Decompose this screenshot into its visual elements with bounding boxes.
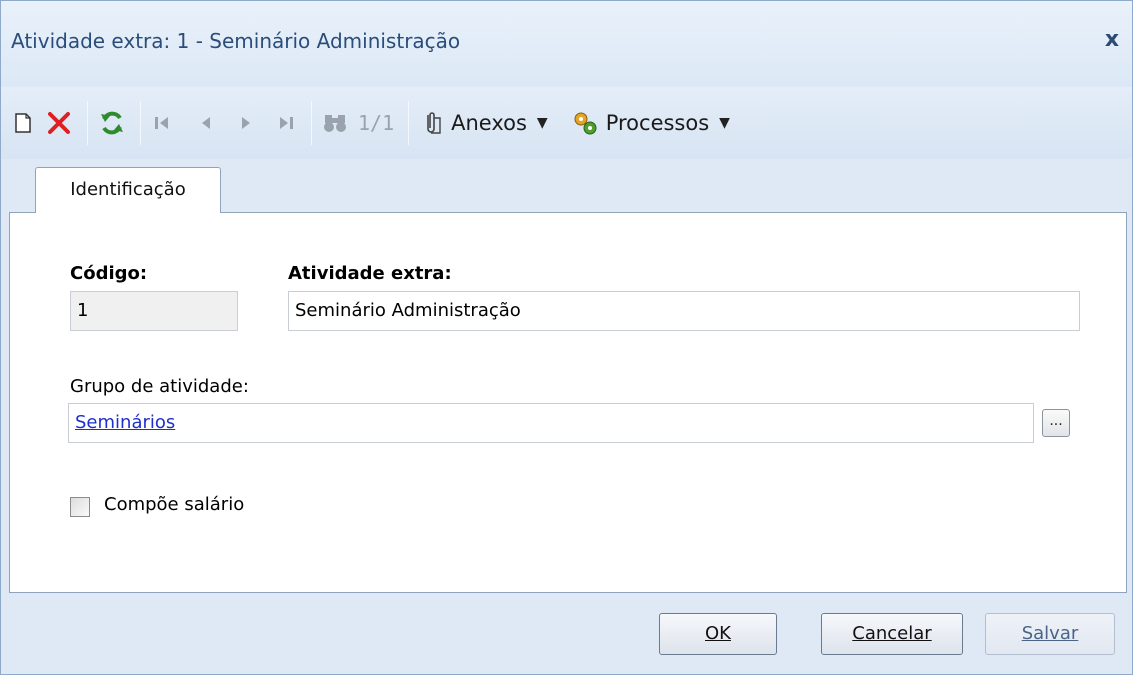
delete-record-button[interactable]: [41, 103, 77, 143]
code-label: Código:: [70, 263, 148, 284]
cancel-label: Cancelar: [852, 623, 932, 644]
tab-identificacao[interactable]: Identificação: [35, 167, 221, 213]
next-record-button[interactable]: [231, 103, 261, 143]
binoculars-icon: [324, 115, 346, 132]
new-record-button[interactable]: [9, 103, 37, 143]
group-link[interactable]: Seminários: [75, 412, 175, 433]
ok-label: OK: [705, 623, 731, 644]
processes-label: Processos: [605, 111, 710, 135]
window-title: Atividade extra: 1 - Seminário Administr…: [11, 29, 461, 53]
previous-record-icon: [202, 117, 210, 129]
gears-icon: [574, 112, 597, 135]
chevron-down-icon: ▼: [719, 115, 730, 131]
close-button[interactable]: x: [1100, 27, 1124, 53]
salary-checkbox-label: Compõe salário: [104, 494, 245, 515]
first-record-icon: [155, 117, 168, 129]
code-field: 1: [70, 291, 238, 331]
tab-container: Identificação Código: 1 Atividade extra:…: [9, 167, 1127, 593]
refresh-icon: [101, 111, 123, 135]
next-record-icon: [242, 117, 250, 129]
chevron-down-icon: ▼: [536, 115, 548, 131]
save-label: Salvar: [1021, 623, 1079, 644]
toolbar-separator: [408, 101, 410, 145]
first-record-button[interactable]: [147, 103, 177, 143]
tab-panel-identificacao: Código: 1 Atividade extra: Seminário Adm…: [9, 212, 1127, 593]
delete-icon: [48, 112, 70, 134]
group-lookup-button[interactable]: ...: [1042, 409, 1070, 437]
previous-record-button[interactable]: [191, 103, 221, 143]
group-label: Grupo de atividade:: [70, 376, 249, 397]
cancel-button[interactable]: Cancelar: [821, 613, 963, 655]
toolbar-separator: [87, 101, 88, 145]
search-button[interactable]: [318, 103, 352, 143]
paperclip-icon: [427, 112, 441, 134]
activity-field[interactable]: Seminário Administração: [288, 291, 1080, 331]
dialog-window: Atividade extra: 1 - Seminário Administr…: [0, 0, 1133, 675]
title-bar: Atividade extra: 1 - Seminário Administr…: [1, 1, 1132, 87]
new-document-icon: [15, 113, 31, 133]
refresh-button[interactable]: [94, 103, 130, 143]
attachments-label: Anexos: [451, 111, 527, 135]
ok-button[interactable]: OK: [659, 613, 777, 655]
group-field[interactable]: Seminários: [68, 403, 1034, 443]
toolbar-separator: [140, 101, 141, 145]
processes-menu-button[interactable]: Processos ▼: [566, 103, 744, 143]
last-record-icon: [280, 117, 293, 129]
salary-checkbox[interactable]: [70, 497, 90, 517]
toolbar: 1/1 Anexos ▼ Processos ▼: [1, 87, 1132, 159]
attachments-menu-button[interactable]: Anexos ▼: [415, 103, 562, 143]
toolbar-separator: [311, 101, 312, 145]
save-button[interactable]: Salvar: [985, 613, 1115, 655]
last-record-button[interactable]: [271, 103, 301, 143]
activity-label: Atividade extra:: [288, 263, 452, 284]
record-counter: 1/1: [358, 111, 395, 135]
